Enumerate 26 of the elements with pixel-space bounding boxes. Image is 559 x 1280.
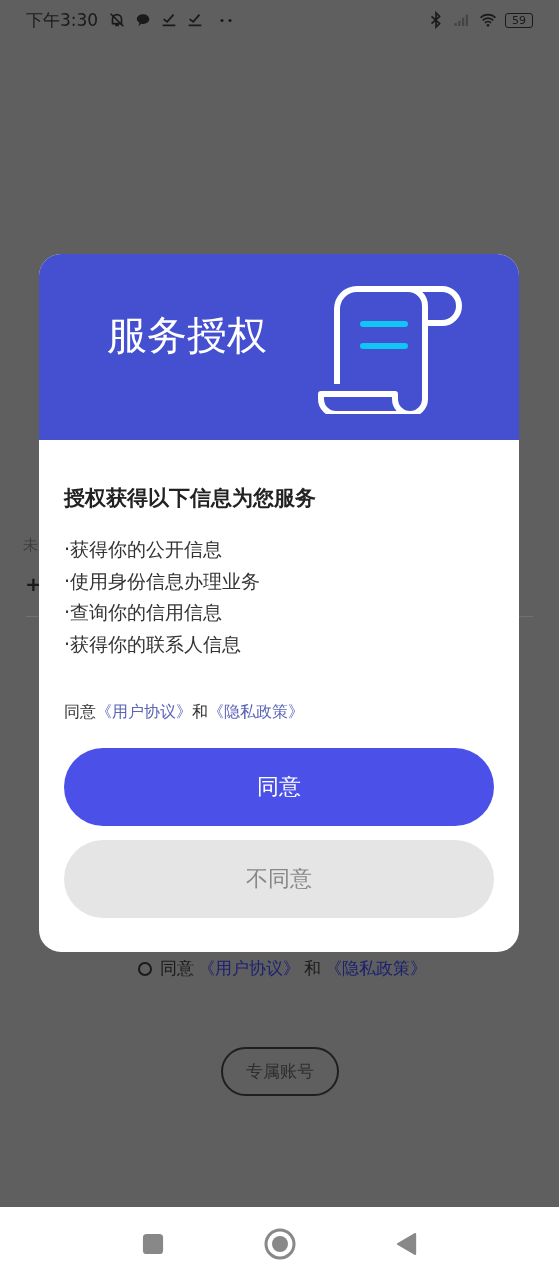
status-time: 下午3:30	[26, 8, 99, 32]
add-symbol: +	[25, 573, 39, 595]
privacy-policy-link[interactable]: 《隐私政策》	[208, 702, 304, 723]
back-icon[interactable]	[395, 1232, 418, 1255]
battery-level: 59	[505, 12, 533, 28]
agreement-text: 和	[304, 957, 321, 980]
home-icon[interactable]	[263, 1227, 296, 1260]
user-agreement-link[interactable]: 《用户协议》	[96, 702, 192, 723]
dialog-heading: 授权获得以下信息为您服务	[64, 485, 317, 512]
user-agreement-link[interactable]: 《用户协议》	[198, 957, 300, 980]
disagree-button[interactable]: 不同意	[64, 840, 494, 918]
muted-bell-icon	[108, 11, 127, 29]
agreement-text: 和	[192, 702, 208, 723]
agree-button[interactable]: 同意	[64, 748, 494, 826]
recents-icon[interactable]	[141, 1232, 164, 1255]
more-dots-icon	[218, 16, 235, 24]
permission-item: ·获得你的联系人信息	[64, 631, 243, 657]
permission-item: ·使用身份信息办理业务	[64, 568, 262, 594]
permission-item: ·查询你的信用信息	[64, 600, 224, 625]
agree-radio[interactable]	[138, 961, 152, 976]
privacy-policy-link[interactable]: 《隐私政策》	[325, 957, 427, 980]
agreement-text: 同意	[160, 957, 194, 980]
dialog-title: 服务授权	[107, 310, 267, 360]
permission-item: ·获得你的公开信息	[64, 537, 224, 562]
agreement-text: 同意	[64, 702, 96, 723]
wifi-icon	[479, 11, 497, 29]
